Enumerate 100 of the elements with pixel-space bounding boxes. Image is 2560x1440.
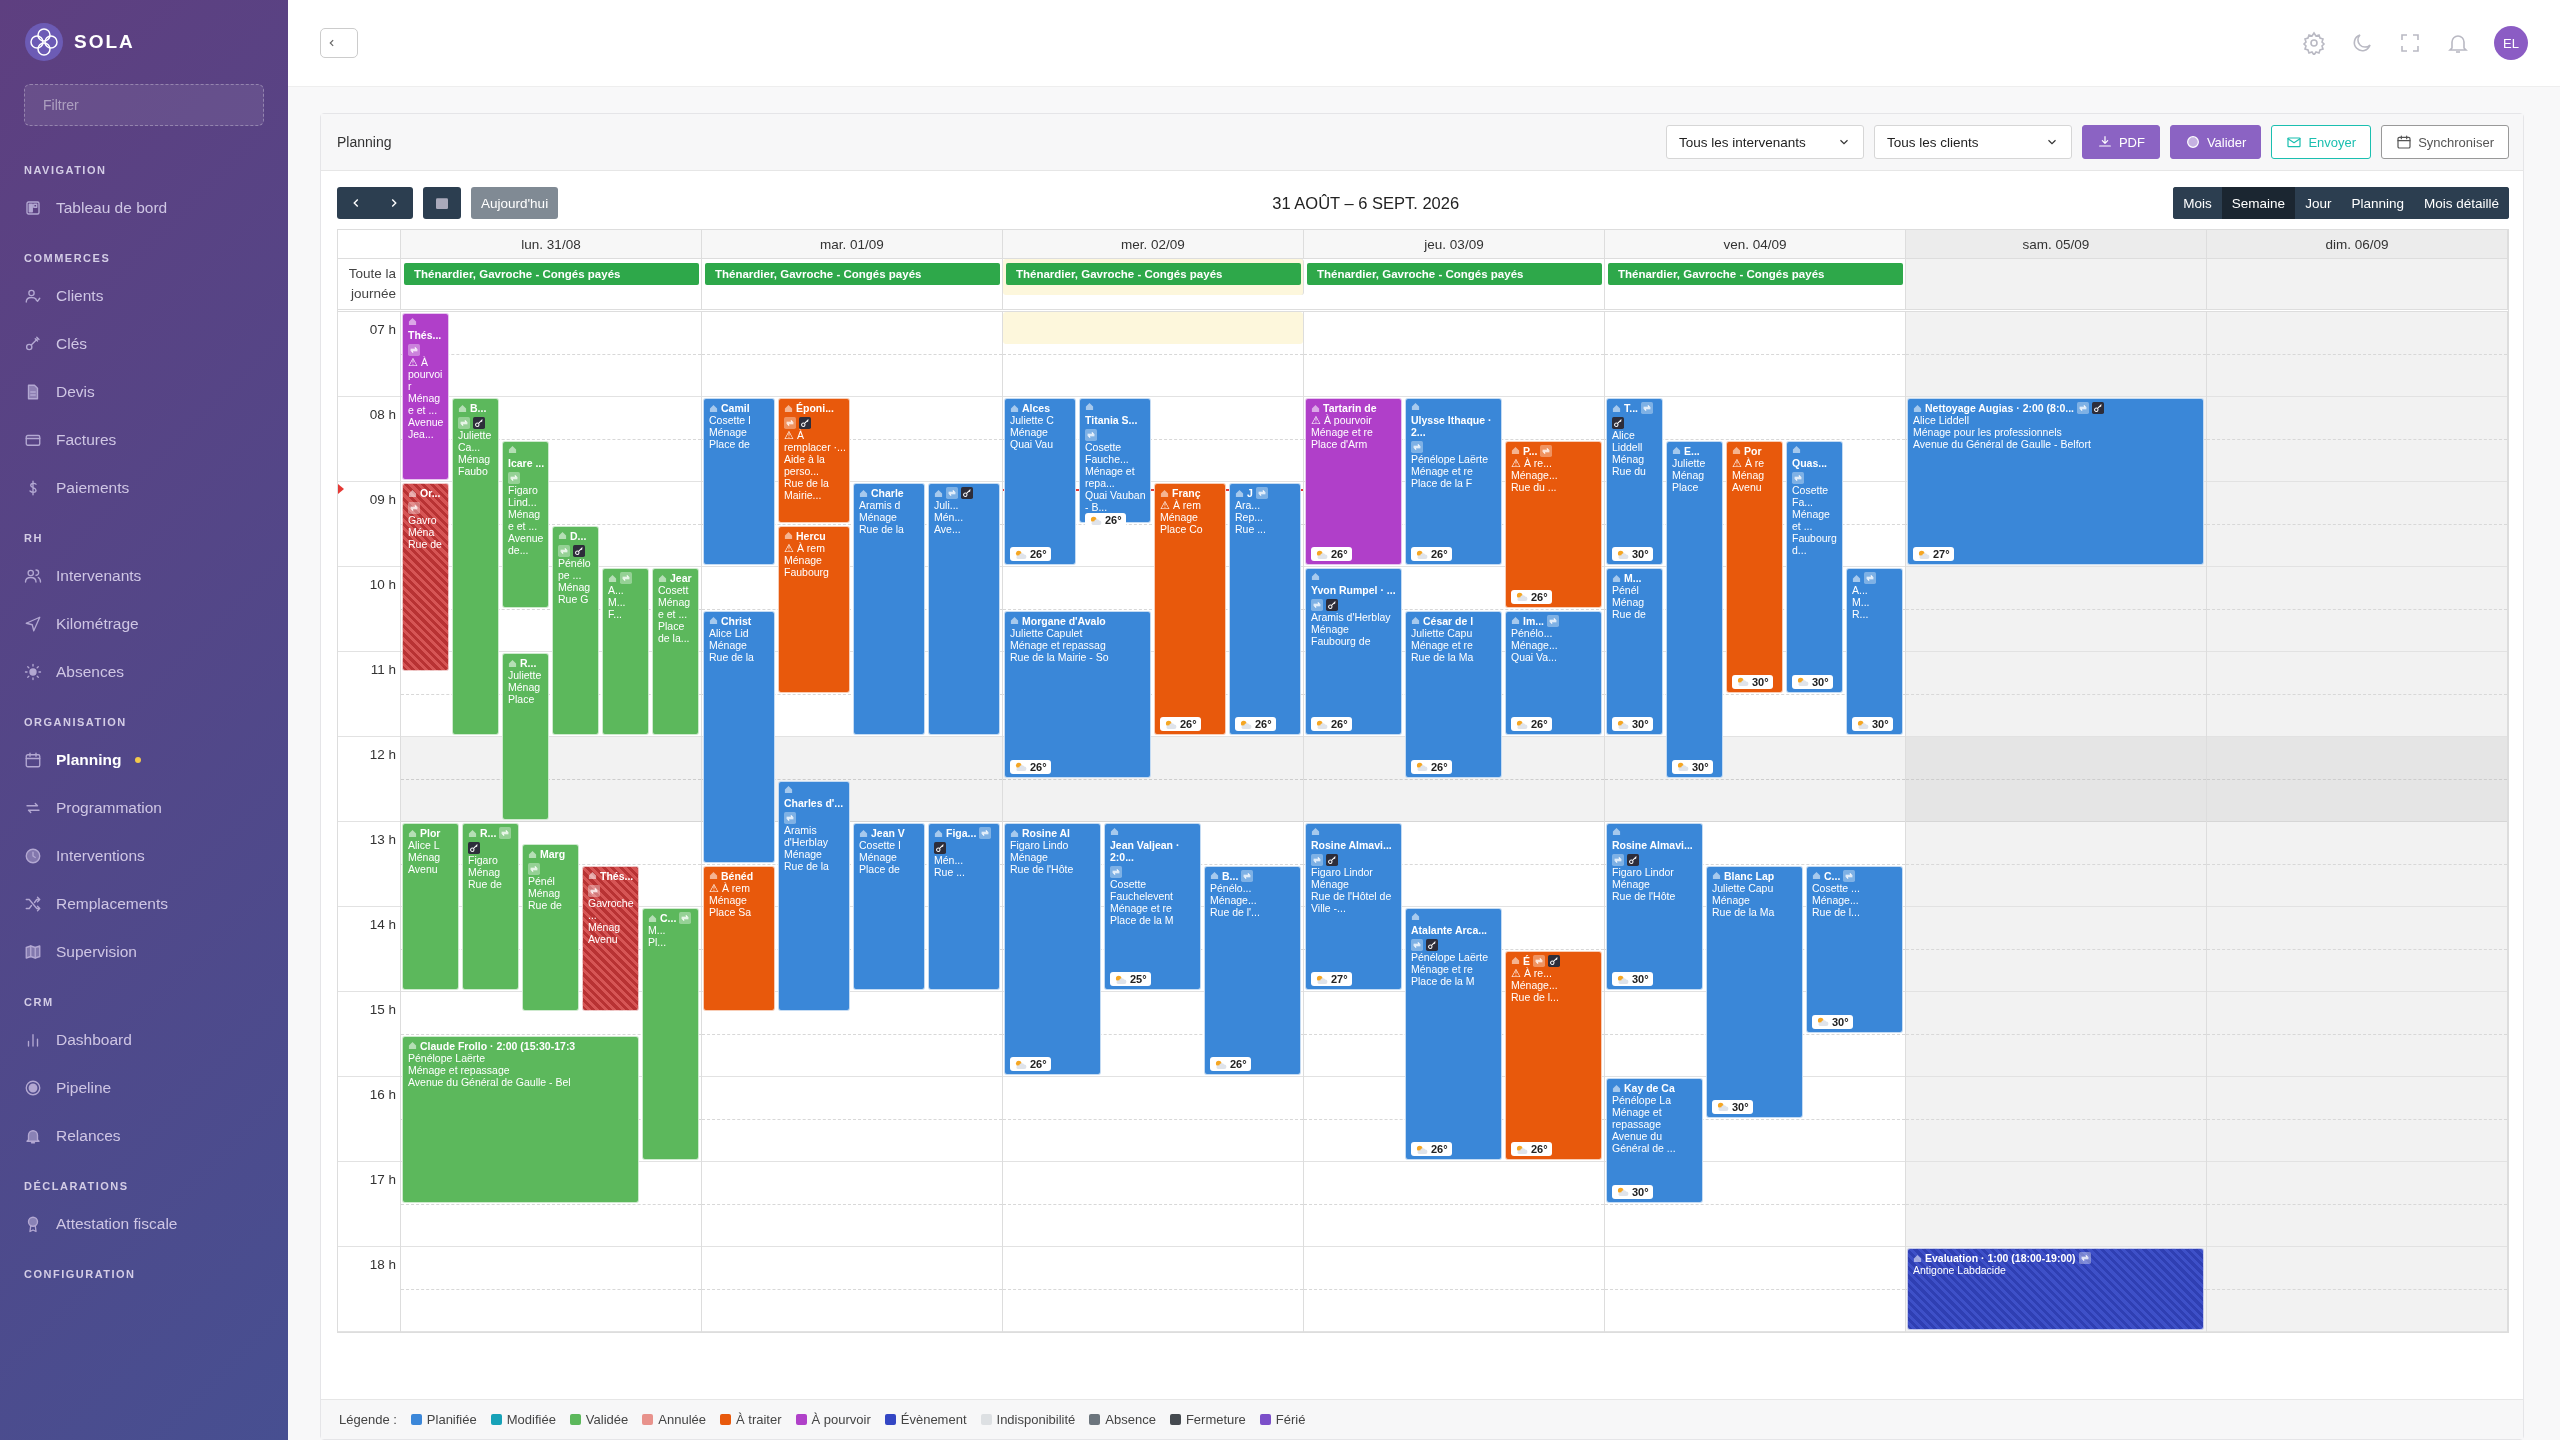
event-detail: A... [608, 584, 624, 596]
action-button[interactable]: Synchroniser [2381, 125, 2509, 159]
calendar-event[interactable]: Charle Aramis d Ménage Rue de la [853, 483, 925, 735]
all-day-event[interactable]: Thénardier, Gavroche - Congés payés [404, 263, 699, 285]
calendar-event[interactable]: Figa... Mén... Rue ... [928, 823, 1000, 990]
calendar-event[interactable]: Nettoyage Augias · 2:00 (8:0... Alice Liddell Ménage pour les professionnels Avenue du Général de Gaulle - Belfort 27° [1907, 398, 2204, 565]
calendar-event[interactable]: Tartarin de ⚠ À pourvoir Ménage et re Place d'Arm 26° [1305, 398, 1402, 565]
nav-item[interactable]: Programmation [24, 784, 264, 832]
settings-icon[interactable] [2302, 31, 2326, 55]
legend-label: Évènement [900, 1412, 967, 1427]
action-button[interactable]: PDF [2081, 125, 2160, 159]
nav-item[interactable]: Planning [24, 736, 264, 784]
temperature: 26° [1531, 718, 1548, 730]
calendar-event[interactable]: T... Alice Liddell Ménag Rue du 30° [1606, 398, 1663, 565]
all-day-event[interactable]: Thénardier, Gavroche - Congés payés [705, 263, 1000, 285]
nav-item[interactable]: Clients [24, 272, 264, 320]
calendar-event[interactable]: É ⚠ À re... Ménage... Rue de l... 26° [1505, 950, 1602, 1160]
calendar-event[interactable]: Blanc Lap Juliette Capu Ménage Rue de la Ma 30° [1706, 865, 1803, 1118]
calendar-event[interactable]: B... Pénélo... Ménage... Rue de l'... 26° [1204, 865, 1301, 1075]
shuffle-icon [24, 895, 42, 913]
nav-item[interactable]: Tableau de bord [24, 184, 264, 232]
nav-item[interactable]: Factures [24, 416, 264, 464]
calendar-event[interactable]: C... Cosette ... Ménage... Rue de l... 30° [1806, 865, 1903, 1033]
filter-dropdown[interactable]: Tous les clients [1873, 125, 2072, 159]
calendar-event[interactable]: Jean V Cosette I Ménage Place de [853, 823, 925, 990]
calendar-event[interactable]: Franç ⚠ À rem Ménage Place Co 26° [1154, 483, 1226, 735]
view-tab[interactable]: Semaine [2221, 187, 2296, 219]
user-avatar[interactable]: EL [2494, 26, 2528, 60]
key-icon [24, 335, 42, 353]
calendar-event[interactable]: Quas... Cosette Fa... Ménage et ... Faubourg d... 30° [1786, 440, 1843, 693]
day-header: mer. 02/09 [1121, 236, 1185, 252]
calendar-event[interactable]: Rosine Almavi... Figaro Lindor Ménage Rue de l'Hôte 30° [1606, 823, 1703, 990]
previous-button[interactable] [337, 187, 375, 219]
calendar-event[interactable]: M... Pénél Ménag Rue de 30° [1606, 568, 1663, 735]
calendar-event[interactable]: Thés... Gavroche ... Ménag Avenu [582, 865, 639, 1012]
event-detail: Place Sa [709, 905, 752, 918]
nav-item[interactable]: Devis [24, 368, 264, 416]
today-button[interactable]: Aujourd'hui [471, 187, 559, 219]
calendar-event[interactable]: Kay de Ca Pénélope La Ménage et repassage Avenue du Général de ... 30° [1606, 1078, 1703, 1203]
calendar-event[interactable]: Christ Alice Lid Ménage Rue de la [703, 610, 775, 863]
nav-item[interactable]: Remplacements [24, 880, 264, 928]
hour-label: 12 h [369, 746, 397, 762]
calendar-event[interactable]: Atalante Arca... Pénélope Laërte Ménage et re Place de la M 26° [1405, 908, 1502, 1160]
all-day-event[interactable]: Thénardier, Gavroche - Congés payés [1608, 263, 1903, 285]
calendar-event[interactable]: A... M... R... 30° [1846, 568, 1903, 735]
collapse-sidebar-button[interactable] [320, 28, 358, 58]
calendar-event[interactable]: Ulysse Ithaque · 2... Pénélope Laërte Ménage et re Place de la F 26° [1405, 398, 1502, 565]
event-title: Quas... [1792, 456, 1827, 469]
calendar-event[interactable]: Morgane d'Avalo Juliette Capulet Ménage et repassag Rue de la Mairie - So 26° [1004, 610, 1151, 778]
calendar-event[interactable]: Camil Cosette I Ménage Place de [703, 398, 775, 565]
calendar-event[interactable]: Alces Juliette C Ménage Quai Vau 26° [1004, 398, 1076, 565]
action-button[interactable]: Valider [2169, 125, 2262, 159]
event-detail: Faubo [458, 465, 488, 477]
nav-item[interactable]: Supervision [24, 928, 264, 976]
nav-item[interactable]: Kilométrage [24, 600, 264, 648]
nav-item[interactable]: Interventions [24, 832, 264, 880]
sun-cloud-icon [1816, 1016, 1829, 1027]
nav-item[interactable]: Dashboard [24, 1016, 264, 1064]
calendar-event[interactable]: E... Juliette Ménag Place 30° [1666, 440, 1723, 778]
calendar-event[interactable]: Bénéd ⚠ À rem Ménage Place Sa [703, 865, 775, 1012]
nav-item[interactable]: Intervenants [24, 552, 264, 600]
event-detail: Aramis d'Herblay [784, 823, 830, 848]
nav-item[interactable]: Relances [24, 1112, 264, 1160]
fullscreen-icon[interactable] [2398, 31, 2422, 55]
calendar-event[interactable]: J Ara... Rep... Rue ... 26° [1229, 483, 1301, 735]
calendar-event[interactable]: Por ⚠ À re Ménag Avenu 30° [1726, 440, 1783, 693]
calendar-event[interactable]: César de l Juliette Capu Ménage et re Rue de la Ma 26° [1405, 610, 1502, 778]
calendar-event[interactable]: Juli... Mén... Ave... [928, 483, 1000, 735]
nav-item[interactable]: Pipeline [24, 1064, 264, 1112]
all-day-event[interactable]: Thénardier, Gavroche - Congés payés [1006, 263, 1301, 285]
calendar-event[interactable]: Evaluation · 1:00 (18:00-19:00) Antigone Labdacide [1907, 1248, 2204, 1330]
sun-cloud-icon [1415, 548, 1428, 560]
clock-icon [24, 847, 42, 865]
filter-dropdown[interactable]: Tous les intervenants [1665, 125, 1864, 159]
calendar-event[interactable]: P... ⚠ À re... Ménage... Rue du ... 26° [1505, 440, 1602, 608]
event-title: Blanc Lap [1724, 869, 1775, 882]
date-picker-button[interactable] [423, 187, 461, 219]
event-detail: Rue de [528, 899, 562, 912]
hour-label: 18 h [369, 1256, 397, 1272]
calendar-event[interactable]: Jean Valjean · 2:0... Cosette Fauchelevent Ménage et re Place de la M 25° [1104, 823, 1201, 990]
nav-item[interactable]: Paiements [24, 464, 264, 512]
all-day-event[interactable]: Thénardier, Gavroche - Congés payés [1307, 263, 1602, 285]
next-button[interactable] [375, 187, 413, 219]
sun-cloud-icon [1114, 973, 1127, 985]
nav-item[interactable]: Absences [24, 648, 264, 696]
calendar-event[interactable]: Rosine Almavi... Figaro Lindor Ménage Rue de l'Hôtel de Ville -... 27° [1305, 823, 1402, 990]
calendar-event[interactable]: Époni... ⚠ À remplacer ·... Aide à la perso... Rue de la Mairie... [778, 398, 850, 523]
calendar-event[interactable]: Yvon Rumpel · ... Aramis d'Herblay Ménage Faubourg de 26° [1305, 568, 1402, 735]
calendar-event[interactable]: Rosine Al Figaro Lindo Ménage Rue de l'Hôte 26° [1004, 823, 1101, 1075]
event-detail: Figaro Lindor [1612, 866, 1674, 878]
event-detail: Place de [709, 438, 750, 450]
sun-cloud-icon [1315, 548, 1328, 560]
calendar-event[interactable]: Hercu ⚠ À rem Ménage Faubourg [778, 525, 850, 693]
calendar-event[interactable]: Or... Gavro Ména Rue de [402, 483, 449, 672]
event-detail: Rue de la [859, 523, 904, 535]
nav-item[interactable]: Attestation fiscale [24, 1200, 264, 1248]
calendar-event[interactable]: Thés... ⚠ À pourvoir Ménage et ... Avenue Jea... [402, 313, 449, 480]
calendar-event[interactable]: Im... Pénélo... Ménage... Quai Va... 26° [1505, 610, 1602, 735]
calendar-event[interactable]: Charles d'... Aramis d'Herblay Ménage Rue de la [778, 780, 850, 1012]
nav-item[interactable]: Clés [24, 320, 264, 368]
